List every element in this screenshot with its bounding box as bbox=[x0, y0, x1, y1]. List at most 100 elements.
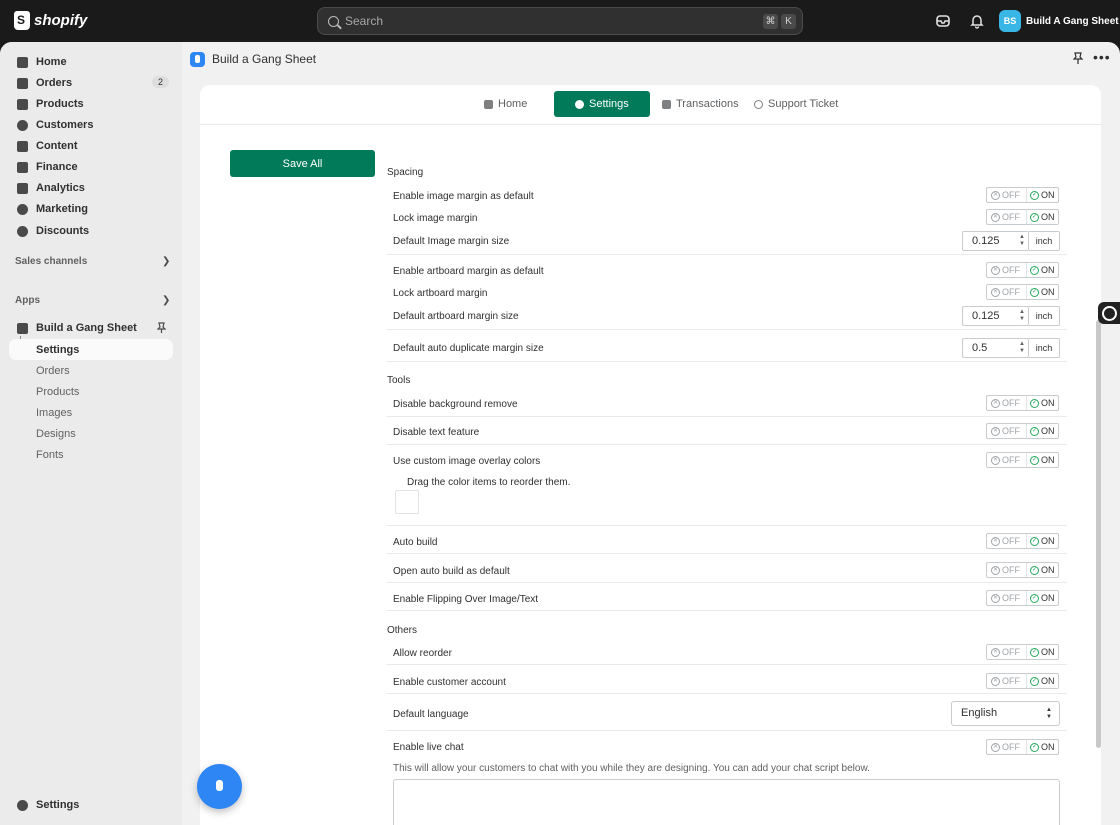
toggle-on-option[interactable]: ✓ ON bbox=[1027, 742, 1055, 752]
pin-icon[interactable] bbox=[157, 322, 166, 334]
disable-text-feature-toggle[interactable]: ✕ OFF ✓ ON bbox=[986, 423, 1059, 439]
toggle-off-label: OFF bbox=[1002, 455, 1020, 465]
toggle-on-option[interactable]: ✓ ON bbox=[1027, 565, 1055, 575]
toggle-on-option[interactable]: ✓ ON bbox=[1027, 426, 1055, 436]
custom-overlay-colors-toggle[interactable]: ✕ OFF ✓ ON bbox=[986, 452, 1059, 468]
stepper-arrows-icon[interactable]: ▲ ▼ bbox=[1019, 341, 1025, 355]
sidebar-item-settings[interactable]: Settings bbox=[9, 794, 173, 816]
save-all-button[interactable]: Save All bbox=[230, 150, 375, 177]
artboard-margin-size-input[interactable]: 0.125 ▲ ▼ bbox=[962, 306, 1029, 326]
divider bbox=[387, 254, 1067, 255]
toggle-off-option[interactable]: ✕ OFF bbox=[987, 674, 1027, 688]
chevron-right-icon[interactable]: ❯ bbox=[162, 295, 170, 306]
toggle-on-option[interactable]: ✓ ON bbox=[1027, 455, 1055, 465]
auto-duplicate-margin-input[interactable]: 0.5 ▲ ▼ bbox=[962, 338, 1029, 358]
auto-build-toggle[interactable]: ✕ OFF ✓ ON bbox=[986, 533, 1059, 549]
sidebar-item-home[interactable]: Home bbox=[9, 51, 173, 73]
x-circle-icon: ✕ bbox=[991, 287, 1000, 297]
color-item-add[interactable] bbox=[395, 490, 419, 514]
inbox-icon[interactable] bbox=[935, 13, 951, 29]
pin-icon[interactable] bbox=[1073, 52, 1083, 65]
sidebar-item-content[interactable]: Content bbox=[9, 135, 173, 157]
sidebar-subitem-fonts[interactable]: Fonts bbox=[9, 444, 173, 465]
toggle-on-option[interactable]: ✓ ON bbox=[1027, 398, 1055, 408]
sidebar-item-orders[interactable]: Orders 2 bbox=[9, 72, 173, 94]
toggle-on-option[interactable]: ✓ ON bbox=[1027, 536, 1055, 546]
allow-reorder-toggle[interactable]: ✕ OFF ✓ ON bbox=[986, 644, 1059, 660]
disable-background-remove-toggle[interactable]: ✕ OFF ✓ ON bbox=[986, 395, 1059, 411]
app-launcher-button[interactable] bbox=[197, 764, 242, 809]
stepper-arrows-icon[interactable]: ▲ ▼ bbox=[1019, 309, 1025, 323]
toggle-off-option[interactable]: ✕ OFF bbox=[987, 591, 1027, 605]
store-menu-button[interactable]: BS Build A Gang Sheet bbox=[999, 10, 1119, 32]
sidebar-item-customers[interactable]: Customers bbox=[9, 114, 173, 136]
sidebar-subitem-orders[interactable]: Orders bbox=[9, 360, 173, 381]
orders-icon bbox=[17, 77, 28, 89]
toggle-off-option[interactable]: ✕ OFF bbox=[987, 424, 1027, 438]
artboard-margin-default-toggle[interactable]: ✕ OFF ✓ ON bbox=[986, 262, 1059, 278]
toggle-on-option[interactable]: ✓ ON bbox=[1027, 287, 1055, 297]
tab-support-ticket[interactable]: Support Ticket bbox=[754, 91, 838, 117]
sidebar-item-discounts[interactable]: Discounts bbox=[9, 220, 173, 242]
sidebar-subitem-images[interactable]: Images bbox=[9, 402, 173, 423]
toggle-off-option[interactable]: ✕ OFF bbox=[987, 210, 1027, 224]
bell-icon[interactable] bbox=[969, 13, 985, 29]
search-input[interactable]: Search ⌘ K bbox=[317, 7, 803, 35]
check-circle-icon: ✓ bbox=[1030, 536, 1039, 546]
tab-settings[interactable]: Settings bbox=[554, 91, 650, 117]
side-widget-icon[interactable] bbox=[1098, 302, 1120, 324]
tab-transactions[interactable]: Transactions bbox=[662, 91, 739, 117]
lock-image-margin-toggle[interactable]: ✕ OFF ✓ ON bbox=[986, 209, 1059, 225]
sidebar-item-label: Build a Gang Sheet bbox=[36, 322, 137, 334]
unit-label: inch bbox=[1029, 338, 1060, 358]
tag-icon bbox=[17, 98, 28, 110]
scrollbar[interactable] bbox=[1096, 320, 1101, 748]
chevron-right-icon[interactable]: ❯ bbox=[162, 256, 170, 267]
toggle-off-option[interactable]: ✕ OFF bbox=[987, 645, 1027, 659]
toggle-off-option[interactable]: ✕ OFF bbox=[987, 263, 1027, 277]
toggle-on-option[interactable]: ✓ ON bbox=[1027, 265, 1055, 275]
x-circle-icon: ✕ bbox=[991, 212, 1000, 222]
sidebar-subitem-designs[interactable]: Designs bbox=[9, 423, 173, 444]
chat-script-textarea[interactable] bbox=[393, 779, 1060, 825]
live-chat-toggle[interactable]: ✕ OFF ✓ ON bbox=[986, 739, 1059, 755]
toggle-on-option[interactable]: ✓ ON bbox=[1027, 676, 1055, 686]
x-circle-icon: ✕ bbox=[991, 455, 1000, 465]
apps-heading[interactable]: Apps bbox=[15, 295, 40, 306]
toggle-on-option[interactable]: ✓ ON bbox=[1027, 647, 1055, 657]
enable-flipping-toggle[interactable]: ✕ OFF ✓ ON bbox=[986, 590, 1059, 606]
toggle-off-option[interactable]: ✕ OFF bbox=[987, 188, 1027, 202]
toggle-off-option[interactable]: ✕ OFF bbox=[987, 453, 1027, 467]
lock-artboard-margin-toggle[interactable]: ✕ OFF ✓ ON bbox=[986, 284, 1059, 300]
toggle-off-option[interactable]: ✕ OFF bbox=[987, 534, 1027, 548]
toggle-off-option[interactable]: ✕ OFF bbox=[987, 740, 1027, 754]
sidebar-item-finance[interactable]: Finance bbox=[9, 156, 173, 178]
divider bbox=[387, 582, 1067, 583]
image-margin-default-toggle[interactable]: ✕ OFF ✓ ON bbox=[986, 187, 1059, 203]
toggle-off-option[interactable]: ✕ OFF bbox=[987, 396, 1027, 410]
setting-label: Lock image margin bbox=[393, 213, 478, 224]
x-circle-icon: ✕ bbox=[991, 647, 1000, 657]
sidebar-subitem-settings[interactable]: Settings bbox=[9, 339, 173, 360]
toggle-off-option[interactable]: ✕ OFF bbox=[987, 563, 1027, 577]
sidebar-item-app[interactable]: Build a Gang Sheet bbox=[9, 317, 173, 339]
toggle-on-option[interactable]: ✓ ON bbox=[1027, 190, 1055, 200]
check-circle-icon: ✓ bbox=[1030, 190, 1039, 200]
gear-icon bbox=[575, 99, 584, 109]
tab-home[interactable]: Home bbox=[484, 91, 527, 117]
toggle-off-option[interactable]: ✕ OFF bbox=[987, 285, 1027, 299]
sidebar-item-marketing[interactable]: Marketing bbox=[9, 198, 173, 220]
sidebar-subitem-products[interactable]: Products bbox=[9, 381, 173, 402]
more-options-icon[interactable]: ••• bbox=[1093, 49, 1111, 65]
sidebar-item-analytics[interactable]: Analytics bbox=[9, 177, 173, 199]
customer-account-toggle[interactable]: ✕ OFF ✓ ON bbox=[986, 673, 1059, 689]
language-select[interactable]: English ▲ ▼ bbox=[951, 701, 1060, 726]
stepper-arrows-icon[interactable]: ▲ ▼ bbox=[1019, 234, 1025, 248]
sidebar-item-products[interactable]: Products bbox=[9, 93, 173, 115]
open-auto-build-toggle[interactable]: ✕ OFF ✓ ON bbox=[986, 562, 1059, 578]
image-margin-size-input[interactable]: 0.125 ▲ ▼ bbox=[962, 231, 1029, 251]
shopify-logo[interactable]: shopify bbox=[14, 11, 87, 30]
toggle-on-option[interactable]: ✓ ON bbox=[1027, 593, 1055, 603]
toggle-on-option[interactable]: ✓ ON bbox=[1027, 212, 1055, 222]
sales-channels-heading[interactable]: Sales channels bbox=[15, 256, 87, 267]
